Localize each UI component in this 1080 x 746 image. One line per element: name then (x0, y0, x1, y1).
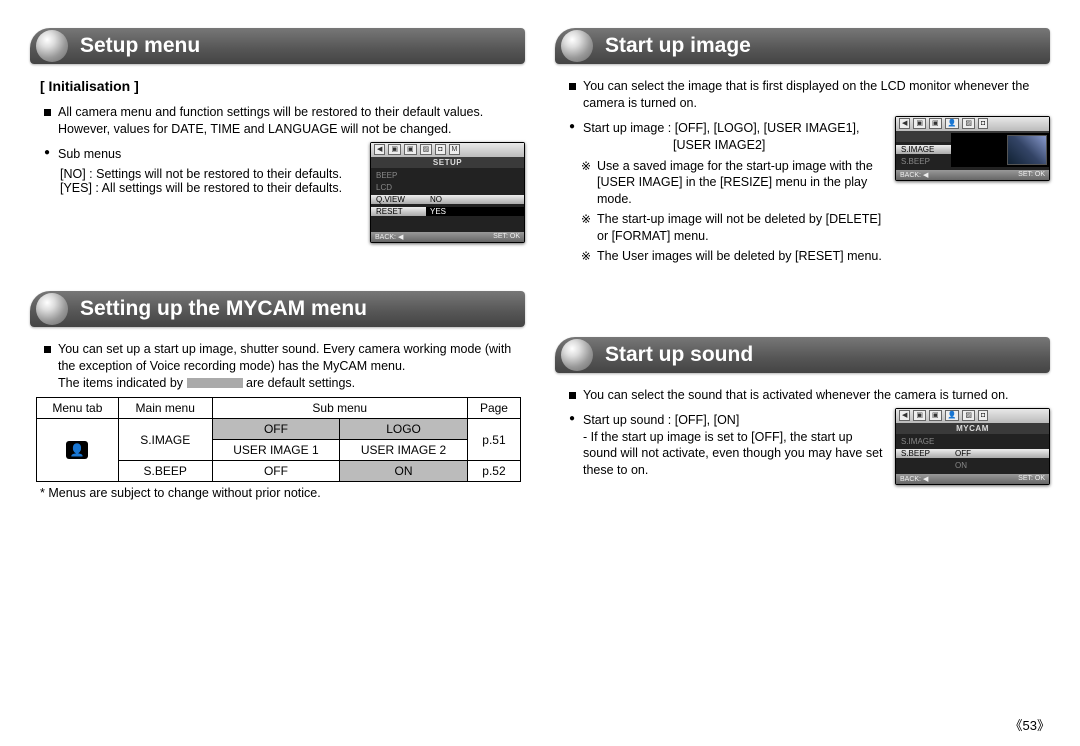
submenu-yes: [YES] : All settings will be restored to… (60, 181, 360, 195)
shaded-swatch (187, 378, 243, 388)
image-note: Use a saved image for the start-up image… (583, 158, 885, 209)
mycam-intro: You can set up a start up image, shutter… (44, 341, 525, 392)
sound-intro-list: You can select the sound that is activat… (555, 387, 1050, 404)
right-column: Start up image You can select the image … (555, 20, 1050, 500)
table-footnote: * Menus are subject to change without pr… (40, 486, 525, 500)
sound-options-line: Start up sound : [OFF], [ON] - If the st… (569, 412, 885, 480)
setup-lcd: ◀▣▣▨◘MSETUPBEEPLCDQ.VIEWNORESETYESBACK: … (370, 142, 525, 243)
image-intro-list: You can select the image that is first d… (555, 78, 1050, 112)
setup-intro-list: All camera menu and function settings wi… (30, 104, 525, 138)
image-note: The User images will be deleted by [RESE… (583, 248, 885, 265)
sound-intro: You can select the sound that is activat… (569, 387, 1050, 404)
mycam-table: Menu tabMain menuSub menuPage👤S.IMAGEOFF… (36, 397, 521, 482)
initialisation-subhead: [ Initialisation ] (40, 78, 525, 94)
image-intro: You can select the image that is first d… (569, 78, 1050, 112)
mycam-header: Setting up the MYCAM menu (30, 291, 525, 327)
image-note: The start-up image will not be deleted b… (583, 211, 885, 245)
sound-options: Start up sound : [OFF], [ON] - If the st… (555, 412, 885, 480)
sound-note: - If the start up image is set to [OFF],… (583, 429, 885, 480)
startup-sound-header: Start up sound (555, 337, 1050, 373)
submenu-no: [NO] : Settings will not be restored to … (60, 167, 360, 181)
page: Setup menu [ Initialisation ] All camera… (0, 0, 1080, 510)
sound-lcd: ◀▣▣👤▨◘MYCAMS.IMAGES.BEEPOFFONBACK: ◀SET:… (895, 408, 1050, 485)
image-options: Start up image : [OFF], [LOGO], [USER IM… (555, 120, 885, 154)
person-icon: 👤 (66, 441, 88, 459)
page-number: 《53》 (1010, 715, 1050, 734)
submenus-label: Sub menus (44, 146, 360, 163)
left-column: Setup menu [ Initialisation ] All camera… (30, 20, 525, 500)
mycam-intro-list: You can set up a start up image, shutter… (30, 341, 525, 392)
startup-image-header: Start up image (555, 28, 1050, 64)
setup-menu-header: Setup menu (30, 28, 525, 64)
image-notes: Use a saved image for the start-up image… (555, 158, 885, 265)
setup-intro: All camera menu and function settings wi… (44, 104, 525, 138)
submenus-list: Sub menus (30, 146, 360, 163)
image-options-line: Start up image : [OFF], [LOGO], [USER IM… (569, 120, 885, 154)
image-lcd: ◀▣▣👤▨◘MYCAMS.IMAGES.BEEPBACK: ◀SET: OK (895, 116, 1050, 181)
